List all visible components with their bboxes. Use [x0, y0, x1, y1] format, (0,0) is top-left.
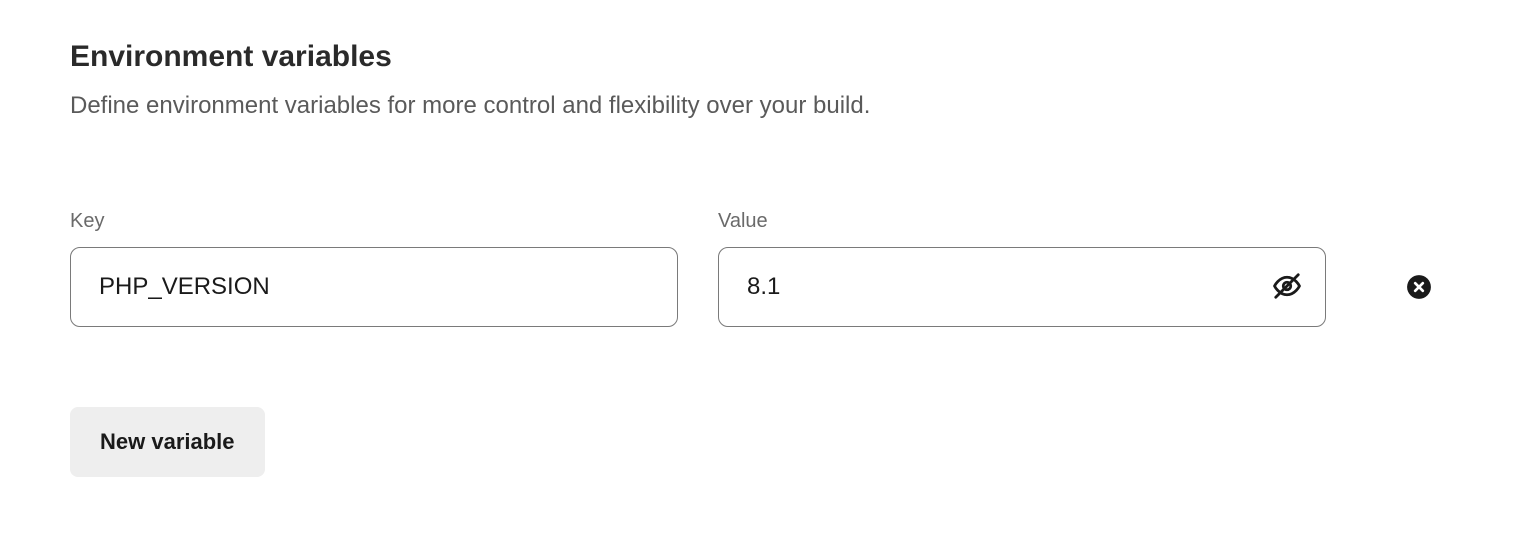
remove-variable-button[interactable] — [1406, 274, 1432, 300]
key-label: Key — [70, 210, 678, 233]
variable-row: Key Value — [70, 210, 1456, 327]
section-title: Environment variables — [70, 40, 1456, 74]
visibility-off-icon — [1272, 271, 1302, 301]
visibility-toggle-button[interactable] — [1272, 271, 1302, 301]
new-variable-button[interactable]: New variable — [70, 407, 265, 477]
close-circle-icon — [1406, 274, 1432, 300]
key-input[interactable] — [70, 247, 678, 327]
value-input[interactable] — [718, 247, 1326, 327]
value-field-group: Value — [718, 210, 1326, 327]
value-label: Value — [718, 210, 1326, 233]
key-field-group: Key — [70, 210, 678, 327]
section-description: Define environment variables for more co… — [70, 92, 1456, 120]
